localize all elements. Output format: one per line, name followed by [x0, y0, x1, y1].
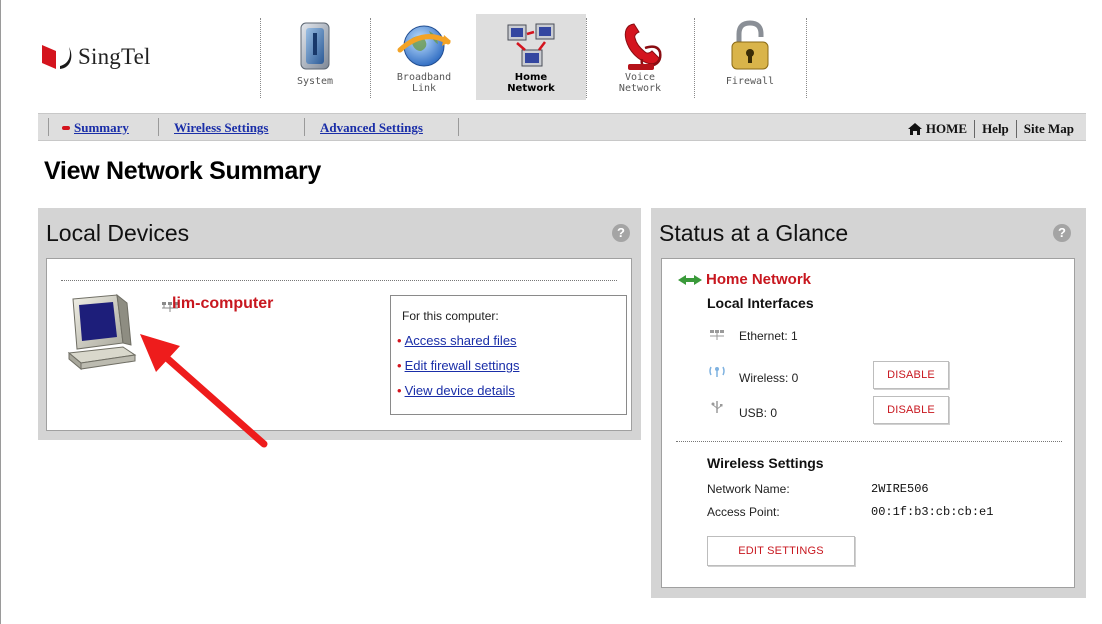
- home-network-computers-icon: [507, 23, 555, 67]
- tab-separator: [260, 18, 261, 98]
- tab-separator: [694, 18, 695, 98]
- usb-status: USB: 0: [739, 406, 778, 420]
- nav-divider: [158, 118, 159, 136]
- padlock-icon: [731, 20, 769, 70]
- dotted-divider: [676, 441, 1062, 442]
- nav-divider: [48, 118, 49, 136]
- nav-divider: [304, 118, 305, 136]
- access-shared-files-link[interactable]: • Access shared files: [397, 333, 517, 348]
- subnav-advanced-settings[interactable]: Advanced Settings: [320, 120, 423, 136]
- home-icon[interactable]: [907, 123, 922, 135]
- tab-home-network-label: Home Network: [507, 72, 555, 94]
- local-interfaces-heading: Local Interfaces: [707, 295, 814, 311]
- tab-system[interactable]: System: [262, 14, 368, 100]
- edit-firewall-settings-link[interactable]: • Edit firewall settings: [397, 358, 519, 373]
- wireless-disable-button[interactable]: DISABLE: [873, 361, 949, 389]
- status-at-a-glance-panel: Status at a Glance ? Home Network Local …: [651, 208, 1086, 598]
- broadband-globe-icon: [397, 25, 451, 67]
- subnav-wireless-settings[interactable]: Wireless Settings: [174, 120, 269, 136]
- status-content: Home Network Local Interfaces Ethernet: …: [661, 258, 1075, 588]
- access-point-label: Access Point:: [707, 505, 780, 519]
- device-actions-box: For this computer: • Access shared files …: [390, 295, 627, 415]
- singtel-logo-icon: [42, 45, 72, 69]
- dotted-divider: [61, 280, 617, 281]
- subnav-summary[interactable]: Summary: [74, 120, 129, 136]
- tab-broadband-link[interactable]: Broadband Link: [372, 14, 476, 100]
- tab-firewall[interactable]: Firewall: [696, 14, 804, 100]
- network-name-value: 2WIRE506: [871, 482, 929, 496]
- tab-separator: [586, 18, 587, 98]
- wireless-settings-heading: Wireless Settings: [707, 455, 824, 471]
- nav-divider: [974, 120, 976, 138]
- tab-broadband-label: Broadband Link: [396, 72, 452, 94]
- page-title: View Network Summary: [44, 157, 321, 185]
- status-title: Status at a Glance: [659, 220, 849, 246]
- nav-divider: [1015, 120, 1017, 138]
- tab-voice-network-label: Voice Network: [618, 72, 662, 94]
- wireless-icon: [709, 366, 725, 377]
- device-actions-heading: For this computer:: [402, 309, 499, 323]
- bullet-icon: •: [397, 333, 402, 348]
- singtel-logo[interactable]: SingTel: [38, 42, 151, 72]
- usb-disable-button[interactable]: DISABLE: [873, 396, 949, 424]
- home-link[interactable]: HOME: [926, 121, 967, 137]
- system-icon: [300, 22, 330, 70]
- tab-separator: [370, 18, 371, 98]
- local-devices-panel: Local Devices ? lim-computer For this co…: [38, 208, 641, 440]
- access-point-value: 00:1f:b3:cb:cb:e1: [871, 505, 994, 519]
- tab-firewall-label: Firewall: [725, 76, 775, 87]
- active-indicator: [62, 126, 70, 130]
- site-map-link[interactable]: Site Map: [1024, 121, 1074, 137]
- home-network-heading: Home Network: [706, 271, 812, 288]
- bullet-icon: •: [397, 358, 402, 373]
- view-device-details-link[interactable]: • View device details: [397, 383, 515, 398]
- tab-system-label: System: [296, 76, 334, 87]
- local-devices-title: Local Devices: [46, 220, 190, 246]
- usb-icon: [711, 401, 723, 413]
- window-border: [0, 0, 1, 624]
- utility-links: HOME Help Site Map: [907, 120, 1074, 138]
- network-name-label: Network Name:: [707, 482, 790, 496]
- device-name[interactable]: lim-computer: [172, 295, 273, 313]
- tab-home-network[interactable]: Home Network: [476, 14, 586, 100]
- view-device-details-label: View device details: [404, 383, 515, 398]
- access-shared-files-label: Access shared files: [404, 333, 517, 348]
- edit-settings-button[interactable]: EDIT SETTINGS: [707, 536, 855, 566]
- sub-navigation: Summary Wireless Settings Advanced Setti…: [38, 113, 1086, 141]
- green-arrow-icon: [678, 275, 702, 285]
- tab-separator: [806, 18, 807, 98]
- bullet-icon: •: [397, 383, 402, 398]
- edit-firewall-settings-label: Edit firewall settings: [404, 358, 520, 373]
- help-link[interactable]: Help: [982, 121, 1009, 137]
- ethernet-status: Ethernet: 1: [739, 329, 798, 343]
- tab-voice-network[interactable]: Voice Network: [588, 14, 692, 100]
- ethernet-icon: [710, 330, 724, 340]
- help-icon[interactable]: ?: [612, 224, 630, 242]
- telephone-icon: [624, 23, 662, 70]
- annotation-arrow: [140, 334, 268, 448]
- help-icon[interactable]: ?: [1053, 224, 1071, 242]
- wireless-status: Wireless: 0: [739, 371, 799, 385]
- nav-divider: [458, 118, 459, 136]
- brand-name: SingTel: [78, 44, 151, 69]
